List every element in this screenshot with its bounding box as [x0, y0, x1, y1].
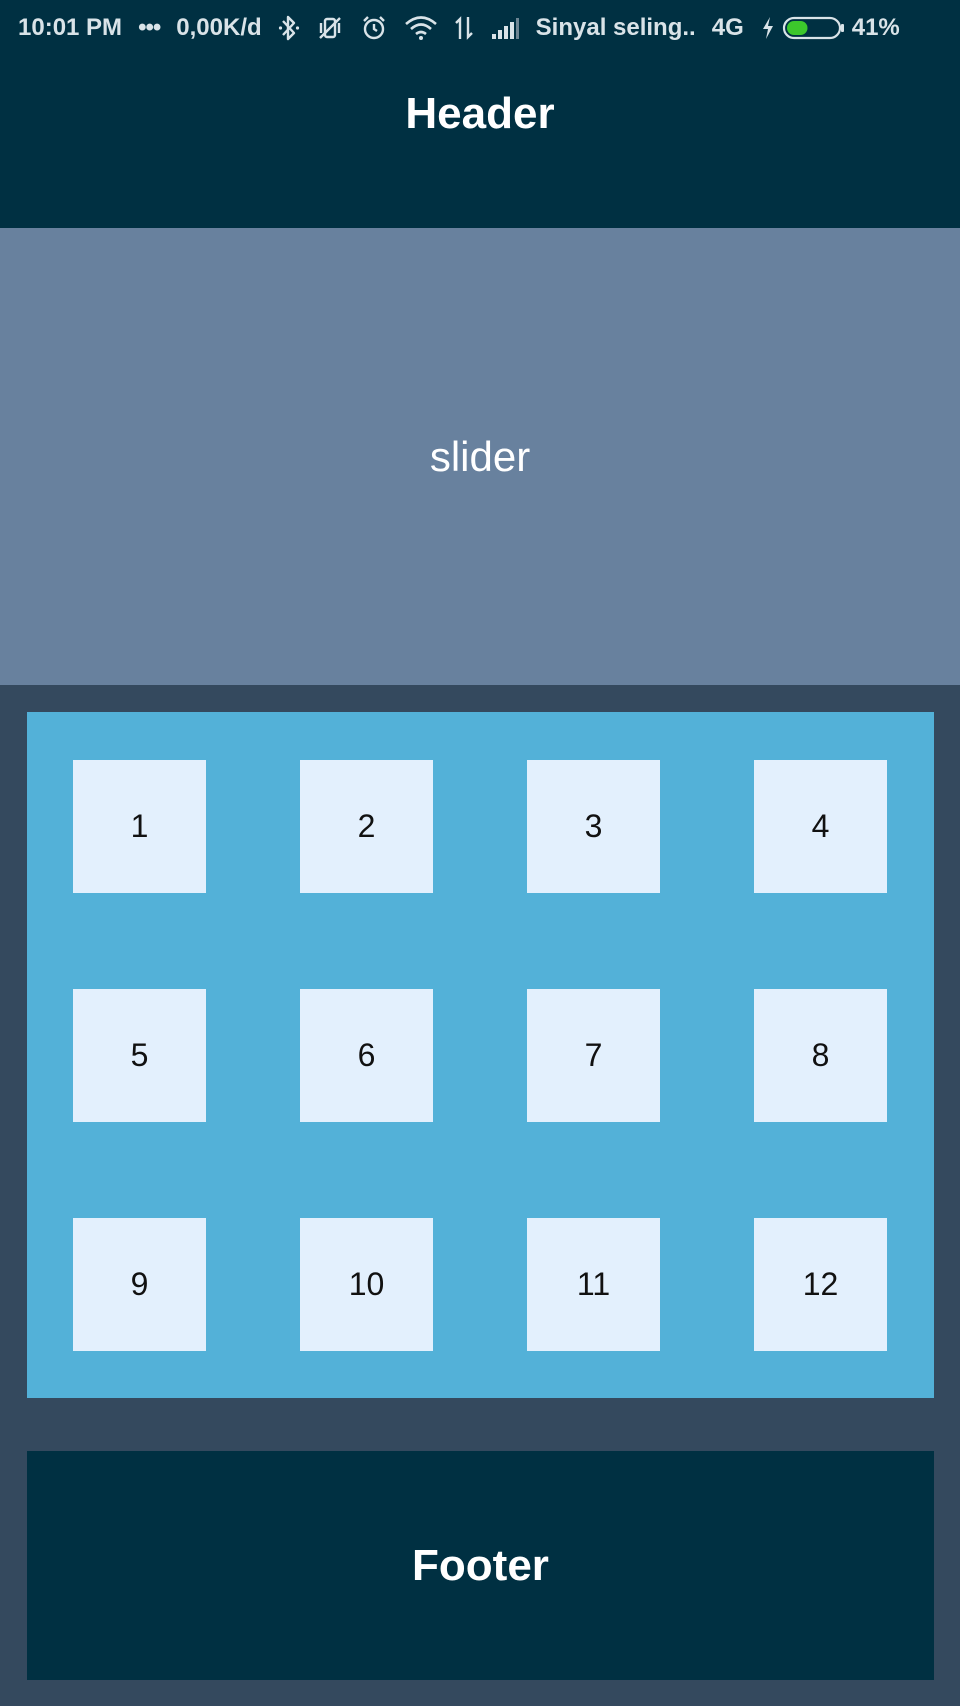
tile-label: 1 [130, 808, 149, 844]
tile-label: 5 [130, 1037, 149, 1073]
vibrate-off-icon [316, 14, 344, 42]
battery-percent: 41% [851, 14, 900, 41]
tile-label: 2 [357, 808, 376, 844]
alarm-icon [360, 14, 388, 42]
grid-tile-11[interactable]: 11 [527, 1218, 660, 1351]
tile-label: 12 [802, 1266, 839, 1302]
tile-label: 9 [130, 1266, 149, 1302]
grid-tile-8[interactable]: 8 [754, 989, 887, 1122]
battery-icon [782, 14, 846, 42]
grid-panel: 1 2 3 4 5 6 7 8 9 10 11 12 [27, 712, 934, 1398]
grid-tile-1[interactable]: 1 [73, 760, 206, 893]
carrier-name: Sinyal seling.. [535, 14, 696, 41]
grid-tile-4[interactable]: 4 [754, 760, 887, 893]
tile-label: 11 [576, 1266, 611, 1302]
grid-tile-5[interactable]: 5 [73, 989, 206, 1122]
network-type: 4G [711, 14, 744, 41]
slider-label: slider [429, 432, 531, 480]
status-bar: 10:01 PM ••• 0,00K/d Sinyal seling.. 4G … [0, 0, 960, 56]
wifi-icon [404, 15, 438, 41]
charging-icon [760, 15, 776, 41]
status-time: 10:01 PM [18, 14, 123, 41]
grid-tile-6[interactable]: 6 [300, 989, 433, 1122]
tile-label: 4 [811, 808, 830, 844]
data-arrows-icon [454, 15, 474, 41]
grid-tile-7[interactable]: 7 [527, 989, 660, 1122]
grid-tile-9[interactable]: 9 [73, 1218, 206, 1351]
signal-icon [490, 16, 520, 40]
app-footer: Footer [27, 1451, 934, 1680]
grid-tile-10[interactable]: 10 [300, 1218, 433, 1351]
tile-label: 6 [357, 1037, 376, 1073]
header-title: Header [405, 89, 555, 138]
footer-title: Footer [412, 1540, 549, 1590]
tile-label: 3 [584, 808, 603, 844]
tile-label: 7 [584, 1037, 603, 1073]
tile-label: 10 [348, 1266, 385, 1302]
grid-tile-2[interactable]: 2 [300, 760, 433, 893]
tile-label: 8 [811, 1037, 830, 1073]
network-speed: 0,00K/d [176, 14, 262, 41]
battery-level-fill [786, 21, 808, 35]
slider-banner[interactable]: slider [0, 228, 960, 685]
grid-tile-3[interactable]: 3 [527, 760, 660, 893]
app-header: Header [0, 56, 960, 228]
more-notifications-icon: ••• [138, 14, 161, 41]
grid-tile-12[interactable]: 12 [754, 1218, 887, 1351]
bluetooth-icon [278, 14, 300, 42]
